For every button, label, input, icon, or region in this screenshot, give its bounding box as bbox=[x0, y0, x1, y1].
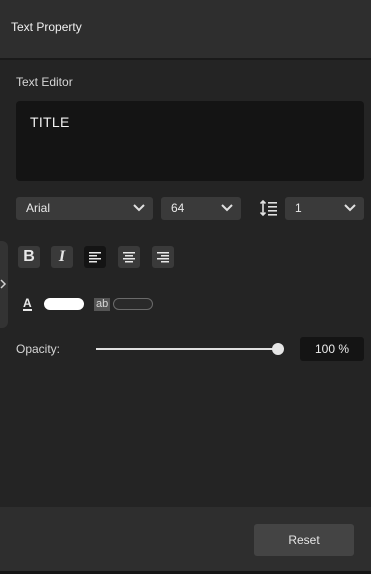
panel-title: Text Property bbox=[11, 20, 82, 34]
text-editor-input[interactable]: TITLE bbox=[16, 101, 364, 181]
font-family-dropdown[interactable]: Arial bbox=[16, 197, 153, 220]
chevron-right-icon bbox=[0, 279, 7, 289]
bold-button[interactable]: B bbox=[18, 246, 40, 268]
align-left-icon bbox=[89, 252, 101, 263]
align-left-button[interactable] bbox=[84, 246, 106, 268]
line-spacing-dropdown[interactable]: 1 bbox=[285, 197, 364, 220]
font-size-value: 64 bbox=[171, 201, 185, 215]
align-right-icon bbox=[157, 252, 169, 263]
text-color-swatch[interactable] bbox=[44, 298, 84, 310]
highlight-color-icon: ab bbox=[94, 298, 111, 311]
reset-button[interactable]: Reset bbox=[254, 524, 354, 556]
align-center-button[interactable] bbox=[118, 246, 140, 268]
line-spacing-icon bbox=[260, 199, 277, 217]
font-size-dropdown[interactable]: 64 bbox=[161, 197, 241, 220]
panel-header: Text Property bbox=[0, 0, 371, 60]
align-right-button[interactable] bbox=[152, 246, 174, 268]
font-family-value: Arial bbox=[26, 201, 51, 215]
bold-icon: B bbox=[23, 248, 35, 265]
chevron-down-icon bbox=[133, 204, 145, 212]
text-color-icon: A bbox=[23, 296, 32, 311]
chevron-down-icon bbox=[221, 204, 233, 212]
italic-button[interactable]: I bbox=[51, 246, 73, 268]
opacity-slider-thumb[interactable] bbox=[272, 343, 284, 355]
collapse-handle[interactable] bbox=[0, 241, 8, 328]
opacity-value-field[interactable]: 100 % bbox=[300, 337, 364, 361]
text-editor-label: Text Editor bbox=[16, 75, 73, 89]
italic-icon: I bbox=[58, 248, 66, 265]
panel-footer: Reset bbox=[0, 507, 371, 574]
opacity-label: Opacity: bbox=[16, 342, 61, 356]
line-spacing-value: 1 bbox=[295, 201, 302, 215]
opacity-slider-track[interactable] bbox=[96, 348, 278, 350]
chevron-down-icon bbox=[344, 204, 356, 212]
highlight-color-swatch[interactable] bbox=[113, 298, 153, 310]
align-center-icon bbox=[123, 252, 135, 263]
